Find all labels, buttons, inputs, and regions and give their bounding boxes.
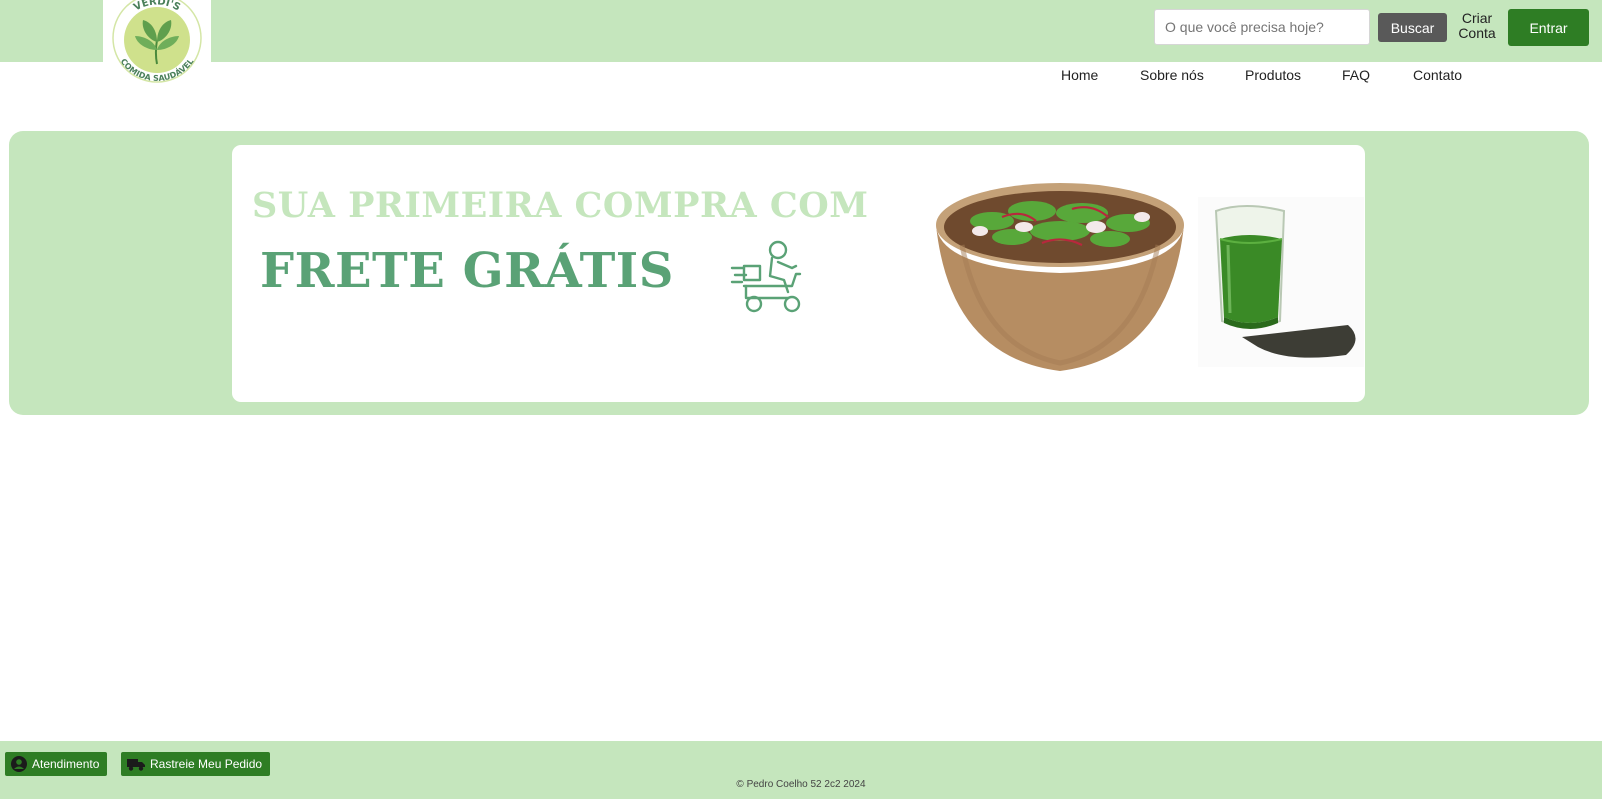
top-header: Buscar Criar Conta Entrar [0,0,1602,62]
nav-contact[interactable]: Contato [1413,67,1462,83]
banner-subheadline: FRETE GRÁTIS [260,243,674,299]
banner-headline: SUA PRIMEIRA COMPRA COM [252,185,869,226]
create-account-line2: Conta [1458,25,1496,41]
support-button-label: Atendimento [32,757,100,771]
nav-about[interactable]: Sobre nós [1140,67,1204,83]
nav-faq[interactable]: FAQ [1342,67,1370,83]
logo-emblem: VERDI'S COMIDA SAUDÁVEL [112,0,202,83]
promo-banner[interactable]: SUA PRIMEIRA COMPRA COM FRETE GRÁTIS [232,145,1365,402]
delivery-scooter-icon [730,240,802,313]
salad-bowl-image [936,183,1184,371]
main-nav: Home Sobre nós Produtos FAQ Contato [0,67,1602,87]
search-button[interactable]: Buscar [1378,13,1447,42]
green-juice-image [1198,197,1364,367]
nav-products[interactable]: Produtos [1245,67,1301,83]
search-input[interactable] [1154,9,1370,45]
support-button[interactable]: Atendimento [5,752,108,776]
login-button[interactable]: Entrar [1508,9,1589,46]
track-order-button[interactable]: Rastreie Meu Pedido [121,752,271,776]
create-account-link[interactable]: Criar Conta [1456,11,1498,41]
brand-logo[interactable]: VERDI'S COMIDA SAUDÁVEL [103,0,211,88]
truck-icon [127,759,145,771]
page-footer: Atendimento Rastreie Meu Pedido © Pedro … [0,741,1602,799]
user-circle-icon [11,756,27,772]
track-order-button-label: Rastreie Meu Pedido [150,757,263,771]
create-account-line1: Criar [1461,10,1493,26]
copyright-text: © Pedro Coelho 52 2c2 2024 [736,779,866,790]
nav-home[interactable]: Home [1061,67,1098,83]
